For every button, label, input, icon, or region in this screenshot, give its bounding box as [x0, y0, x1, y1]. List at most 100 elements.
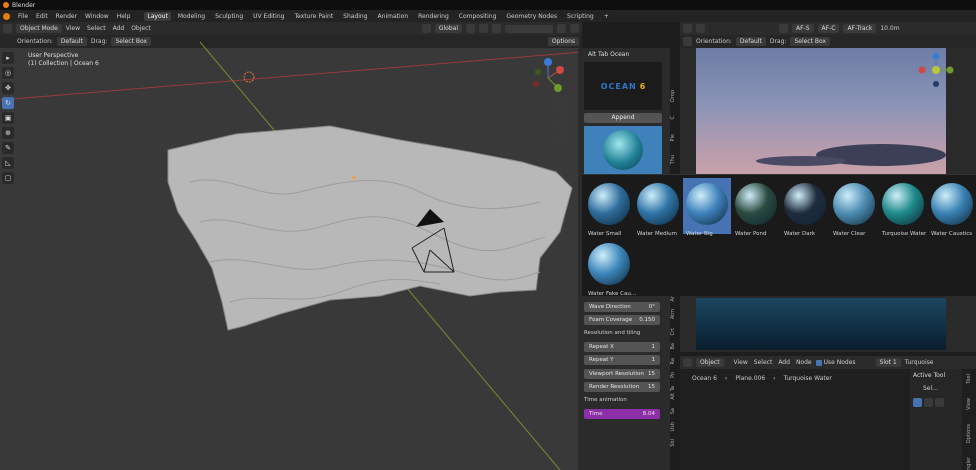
- origin-dot: [352, 176, 356, 180]
- material-name: Water Pond: [735, 231, 767, 237]
- menu-window[interactable]: Window: [85, 13, 109, 20]
- panel-tab[interactable]: Po: [670, 372, 676, 378]
- npanel-tab-options[interactable]: Options: [966, 424, 972, 443]
- material-preview-thumb[interactable]: [584, 126, 662, 174]
- af-s-button[interactable]: AF-S: [792, 24, 814, 33]
- blender-menu-icon[interactable]: [3, 12, 10, 20]
- preview-drag-dropdown[interactable]: Select Box: [790, 37, 831, 46]
- node-editor-type-icon[interactable]: [683, 358, 692, 367]
- workspace-tab-animation[interactable]: Animation: [375, 12, 412, 21]
- panel-tab[interactable]: Atm: [670, 309, 676, 319]
- material-thumb[interactable]: Water Dark: [781, 178, 829, 237]
- preview-gizmo[interactable]: [916, 50, 956, 90]
- annotate-tool-icon[interactable]: ✎: [2, 142, 14, 154]
- workspace-tab--[interactable]: +: [601, 12, 612, 21]
- foam-coverage-field[interactable]: Foam Coverage 0.150: [584, 315, 660, 325]
- preview-gear-icon[interactable]: [683, 37, 692, 46]
- workspace-tab-sculpting[interactable]: Sculpting: [212, 12, 246, 21]
- panel-tab[interactable]: Usb: [670, 422, 676, 431]
- material-thumb[interactable]: Water Pond: [732, 178, 780, 237]
- npanel-tab-tool[interactable]: Tool: [966, 374, 972, 384]
- zoom-icon[interactable]: [558, 94, 567, 103]
- panel-tab[interactable]: Ba: [670, 343, 676, 350]
- cursor-tool-icon[interactable]: ◎: [2, 67, 14, 79]
- render-resolution-field[interactable]: Render Resolution 15: [584, 382, 660, 392]
- menu-help[interactable]: Help: [117, 13, 131, 20]
- af-track-button[interactable]: AF-Track: [843, 24, 877, 33]
- ortho-grid-icon[interactable]: [558, 133, 567, 142]
- move-tool-icon[interactable]: ✥: [2, 82, 14, 94]
- npanel-tab-view[interactable]: View: [966, 398, 972, 410]
- slot-dropdown[interactable]: Slot 1: [875, 358, 901, 367]
- repeat-x-field[interactable]: Repeat X 1: [584, 342, 660, 352]
- workspace-tab-compositing[interactable]: Compositing: [456, 12, 500, 21]
- select-tool-icon[interactable]: ▸: [2, 52, 14, 64]
- workspace-tab-rendering[interactable]: Rendering: [415, 12, 452, 21]
- material-thumb[interactable]: Water Big: [683, 178, 731, 237]
- repeat-y-field[interactable]: Repeat Y 1: [584, 355, 660, 365]
- node-menu-view[interactable]: View: [734, 359, 748, 366]
- material-thumb[interactable]: Water Medium: [634, 178, 682, 237]
- panel-tab[interactable]: Crt: [670, 328, 676, 336]
- panel-tab[interactable]: Ar: [670, 296, 676, 301]
- time-field[interactable]: Time 8.04: [584, 409, 660, 419]
- transform-tool-icon[interactable]: ⊕: [2, 127, 14, 139]
- title-bar: Blender: [0, 0, 976, 10]
- panel-tab[interactable]: Alt Ta: [670, 386, 676, 400]
- workspace-tab-texture-paint[interactable]: Texture Paint: [291, 12, 336, 21]
- 3d-viewport[interactable]: Object Mode View Select Add Object Global O…: [0, 22, 582, 470]
- menu-file[interactable]: File: [18, 13, 28, 20]
- panel-tab[interactable]: Thu: [670, 155, 676, 164]
- append-button[interactable]: Append: [584, 113, 662, 123]
- menu-render[interactable]: Render: [56, 13, 77, 20]
- node-object-dropdown[interactable]: Object: [696, 358, 724, 367]
- material-sphere-icon: [588, 183, 630, 225]
- menu-edit[interactable]: Edit: [36, 13, 48, 20]
- panel-tab[interactable]: Sa: [670, 408, 676, 414]
- material-thumb[interactable]: Water Caustics: [928, 178, 976, 237]
- node-menu-select[interactable]: Select: [754, 359, 773, 366]
- node-menu-node[interactable]: Node: [796, 359, 812, 366]
- material-thumb[interactable]: Turquoise Water: [879, 178, 927, 237]
- panel-tab[interactable]: C: [670, 116, 676, 120]
- measure-tool-icon[interactable]: ◺: [2, 157, 14, 169]
- rotate-tool-icon[interactable]: ↻: [2, 97, 14, 109]
- node-menu-add[interactable]: Add: [778, 359, 790, 366]
- npanel-tab-wrangler[interactable]: Wrangler: [966, 457, 972, 470]
- foam-coverage-label: Foam Coverage: [589, 317, 633, 323]
- workspace-tab-uv-editing[interactable]: UV Editing: [250, 12, 287, 21]
- camera-view-icon[interactable]: [558, 120, 567, 129]
- active-tool-item[interactable]: Sel...: [923, 385, 959, 392]
- material-thumb[interactable]: Water Small: [585, 178, 633, 237]
- addon-panel-header[interactable]: Alt Tab Ocean: [588, 51, 629, 58]
- preview-orientation-dropdown[interactable]: Default: [735, 37, 766, 46]
- time-label: Time: [589, 411, 603, 417]
- repeat-y-label: Repeat Y: [589, 357, 614, 363]
- workspace-tab-layout[interactable]: Layout: [144, 11, 171, 21]
- material-sphere-icon: [735, 183, 777, 225]
- af-c-button[interactable]: AF-C: [817, 24, 840, 33]
- pause-icon[interactable]: [779, 24, 788, 33]
- shading-mode-icon[interactable]: [696, 24, 705, 33]
- panel-tab[interactable]: Drop: [670, 90, 676, 102]
- workspace-tab-geometry-nodes[interactable]: Geometry Nodes: [503, 12, 560, 21]
- tool-mode-icons[interactable]: [913, 398, 959, 407]
- add-cube-tool-icon[interactable]: ▢: [2, 172, 14, 184]
- pan-icon[interactable]: [558, 107, 567, 116]
- navigation-gizmo[interactable]: [528, 58, 568, 98]
- node-material-name[interactable]: Turquoise: [905, 359, 934, 366]
- panel-tab[interactable]: Ple: [670, 134, 676, 141]
- wave-direction-field[interactable]: Wave Direction 0°: [584, 302, 660, 312]
- panel-tab[interactable]: Ra: [670, 358, 676, 364]
- use-nodes-checkbox[interactable]: Use Nodes: [815, 359, 856, 366]
- panel-tab[interactable]: Sbl: [670, 439, 676, 447]
- workspace-tab-shading[interactable]: Shading: [340, 12, 370, 21]
- material-thumb[interactable]: Water Fake Cau...: [585, 238, 636, 297]
- material-thumb[interactable]: Water Clear: [830, 178, 878, 237]
- distance-value[interactable]: 10.0m: [880, 25, 899, 32]
- workspace-tab-modeling[interactable]: Modeling: [175, 12, 208, 21]
- viewport-resolution-field[interactable]: Viewport Resolution 15: [584, 369, 660, 379]
- editor-type-icon-2[interactable]: [683, 24, 692, 33]
- workspace-tab-scripting[interactable]: Scripting: [564, 12, 597, 21]
- scale-tool-icon[interactable]: ▣: [2, 112, 14, 124]
